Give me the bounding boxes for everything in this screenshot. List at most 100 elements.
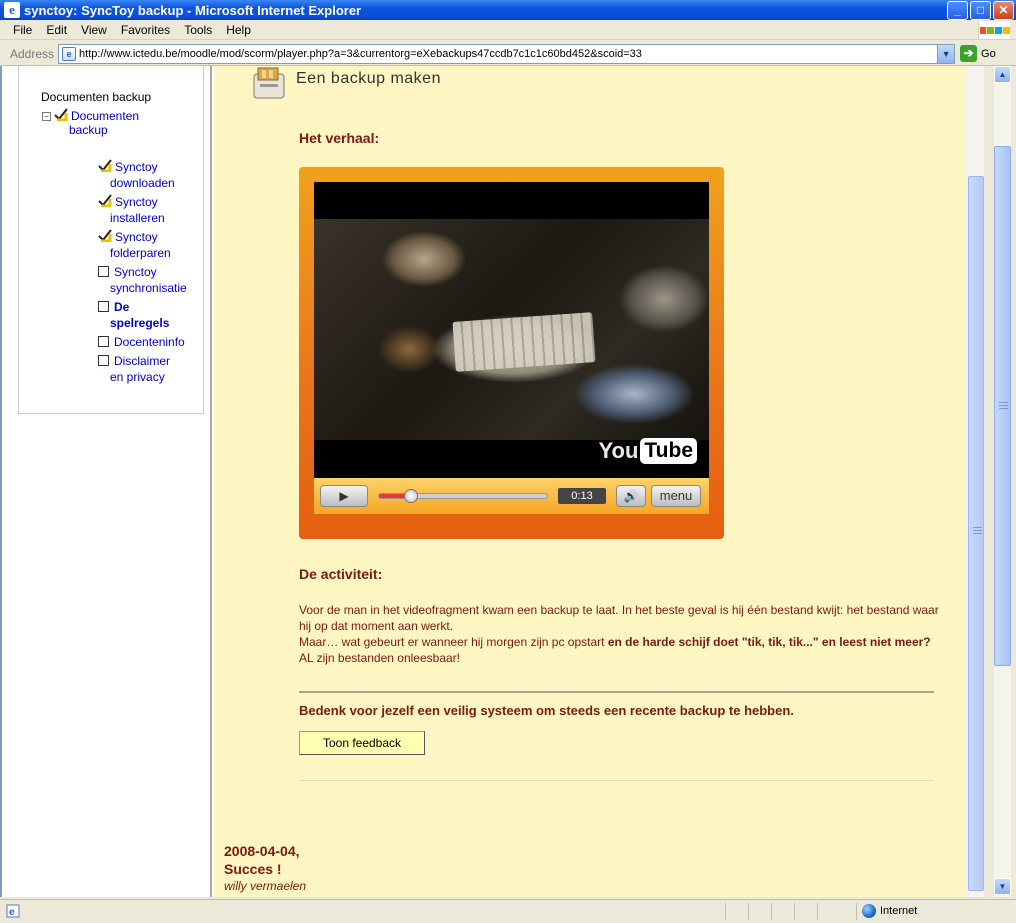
scroll-down-icon[interactable]: ▼ <box>994 878 1011 895</box>
package-icon <box>250 66 290 100</box>
story-heading: Het verhaal: <box>299 130 380 146</box>
video-screen[interactable]: You Tube <box>314 182 709 478</box>
close-button[interactable]: ✕ <box>993 0 1014 20</box>
footer-author: willy vermaelen <box>224 879 307 893</box>
activity-text-part2: Maar… wat gebeurt er wanneer hij morgen … <box>299 635 608 649</box>
page-viewport: Documenten backup − Documenten backup Syn… <box>0 66 1016 897</box>
toc-root: − Documenten backup <box>42 108 139 137</box>
toc-link[interactable]: Synctoy <box>114 265 157 279</box>
time-display: 0:13 <box>558 488 606 504</box>
go-label: Go <box>981 47 996 60</box>
minimize-button[interactable]: _ <box>947 0 968 20</box>
video-frame-image <box>314 219 709 440</box>
page-icon: e <box>62 46 77 61</box>
zone-label: Internet <box>880 905 918 917</box>
window-controls: _ □ ✕ <box>947 0 1014 20</box>
menu-help[interactable]: Help <box>219 23 258 37</box>
divider <box>299 780 934 781</box>
lesson-title: Een backup maken <box>296 70 441 87</box>
window-scrollbar-thumb[interactable] <box>994 146 1011 666</box>
volume-button[interactable]: 🔊 <box>616 485 646 507</box>
toc-item-synctoy-installeren[interactable]: Synctoy installeren <box>98 194 208 226</box>
security-zone: Internet <box>862 904 917 918</box>
completed-icon <box>54 108 68 122</box>
divider <box>299 691 934 693</box>
frame-scrollbar-thumb[interactable] <box>968 176 984 891</box>
toc-item-docenteninfo[interactable]: Docenteninfo <box>98 334 208 350</box>
toc-item-synctoy-synchronisatie[interactable]: Synctoy synchronisatie <box>98 264 208 296</box>
toc-heading: Documenten backup <box>41 90 152 104</box>
youtube-logo-tube: Tube <box>640 438 697 464</box>
toc-link[interactable]: synchronisatie <box>110 281 187 295</box>
address-label: Address <box>10 46 55 61</box>
toc-item-synctoy-folderparen[interactable]: Synctoy folderparen <box>98 229 208 261</box>
windows-flag-icon <box>978 21 1010 39</box>
show-feedback-button[interactable]: Toon feedback <box>299 731 425 755</box>
globe-icon <box>862 904 876 918</box>
toc-item-synctoy-downloaden[interactable]: Synctoy downloaden <box>98 159 208 191</box>
footer-date: 2008-04-04, Succes ! <box>224 842 300 878</box>
menu-favorites[interactable]: Favorites <box>114 23 177 37</box>
go-arrow-icon: ➔ <box>960 45 978 62</box>
maximize-button[interactable]: □ <box>970 0 991 20</box>
player-menu-button[interactable]: menu <box>651 485 701 507</box>
address-url: http://www.ictedu.be/moodle/mod/scorm/pl… <box>79 47 642 60</box>
toc-link[interactable]: spelregels <box>110 316 169 330</box>
toc-link[interactable]: De <box>114 300 129 314</box>
go-button[interactable]: ➔ Go <box>960 45 996 62</box>
menu-view[interactable]: View <box>74 23 114 37</box>
progress-handle[interactable] <box>403 489 418 503</box>
svg-text:e: e <box>9 907 15 918</box>
completed-icon <box>98 159 112 173</box>
ie-icon: e <box>4 2 20 18</box>
status-page-icon: e <box>6 904 20 921</box>
frame-scrollbar[interactable] <box>966 66 984 897</box>
toc-item-de-spelregels[interactable]: De spelregels <box>98 299 208 331</box>
toc-link[interactable]: folderparen <box>110 246 171 260</box>
youtube-logo: You Tube <box>598 438 697 464</box>
footer-date-text: 2008-04-04, <box>224 843 300 859</box>
toc-sidebar: Documenten backup − Documenten backup Syn… <box>2 66 212 897</box>
toc-link[interactable]: Synctoy <box>115 195 158 209</box>
toc-root-link[interactable]: Documenten <box>71 109 139 123</box>
toc-link[interactable]: Disclaimer <box>114 354 170 368</box>
address-dropdown-icon[interactable]: ▼ <box>937 44 955 63</box>
lesson-content: Een backup maken Het verhaal: You Tube ▶ … <box>214 66 966 897</box>
completed-icon <box>98 194 112 208</box>
not-attempted-icon <box>98 266 109 277</box>
activity-text-bold: en de harde schijf doet "tik, tik, tik..… <box>607 635 931 649</box>
keyboard-image <box>452 312 596 372</box>
collapse-icon[interactable]: − <box>42 112 51 121</box>
title-bar: e synctoy: SyncToy backup - Microsoft In… <box>0 0 1016 20</box>
activity-text: Voor de man in het videofragment kwam ee… <box>299 602 939 666</box>
footer-greeting: Succes ! <box>224 861 282 877</box>
menu-tools[interactable]: Tools <box>177 23 219 37</box>
address-input[interactable]: e http://www.ictedu.be/moodle/mod/scorm/… <box>58 43 956 64</box>
toc-link[interactable]: installeren <box>110 211 165 225</box>
callout-text: Bedenk voor jezelf een veilig systeem om… <box>299 703 794 718</box>
toc-link[interactable]: downloaden <box>110 176 175 190</box>
toc-item-disclaimer[interactable]: Disclaimer en privacy <box>98 353 208 385</box>
menu-edit[interactable]: Edit <box>39 23 74 37</box>
toc-link[interactable]: Docenteninfo <box>114 335 185 349</box>
activity-heading: De activiteit: <box>299 566 383 582</box>
progress-bar[interactable] <box>378 489 548 503</box>
video-player: You Tube ▶ 0:13 🔊 menu <box>299 167 724 539</box>
completed-icon <box>98 229 112 243</box>
menu-bar: File Edit View Favorites Tools Help <box>0 20 1016 40</box>
menu-file[interactable]: File <box>0 23 39 37</box>
scroll-up-icon[interactable]: ▲ <box>994 66 1011 83</box>
player-controls: ▶ 0:13 🔊 menu <box>314 478 709 514</box>
speaker-icon: 🔊 <box>623 489 639 503</box>
not-attempted-icon <box>98 355 109 366</box>
toc-link[interactable]: en privacy <box>110 370 165 384</box>
youtube-logo-you: You <box>598 438 639 463</box>
toc-link[interactable]: Synctoy <box>115 230 158 244</box>
window-scrollbar[interactable]: ▲ ▼ <box>984 66 1016 897</box>
not-attempted-icon <box>98 336 109 347</box>
play-icon: ▶ <box>339 489 349 503</box>
toc-root-link-line2[interactable]: backup <box>69 123 108 137</box>
play-button[interactable]: ▶ <box>320 485 368 507</box>
toc-link[interactable]: Synctoy <box>115 160 158 174</box>
window-title: synctoy: SyncToy backup - Microsoft Inte… <box>24 2 362 18</box>
